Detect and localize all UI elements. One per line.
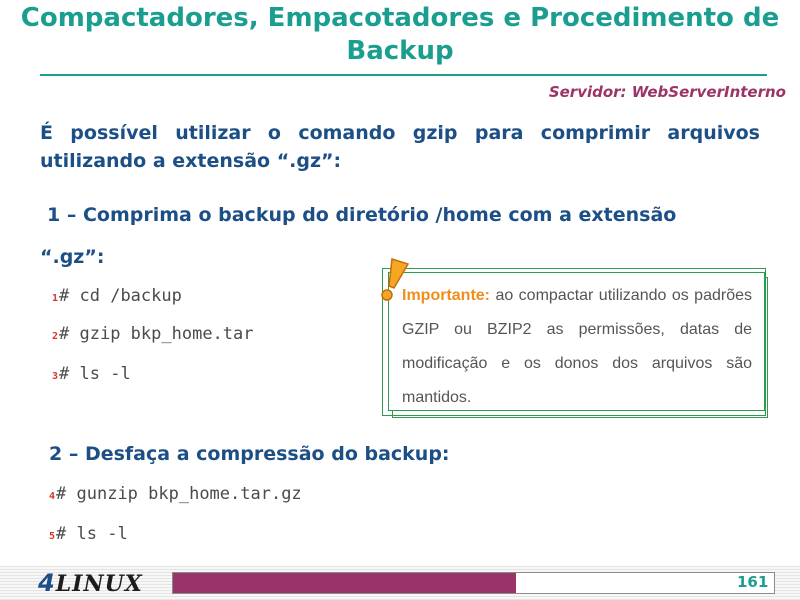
line-number: 3 xyxy=(52,371,59,382)
line-number: 1 xyxy=(52,293,59,304)
command-text: # ls -l xyxy=(56,524,128,544)
logo-text: LINUX xyxy=(55,571,143,597)
line-number: 2 xyxy=(52,331,59,342)
title-divider xyxy=(40,74,767,76)
note-body: ao compactar utilizando os padrões GZIP … xyxy=(402,287,752,406)
step2-heading: 2 – Desfaça a compressão do backup: xyxy=(49,443,450,465)
slide-title: Compactadores, Empacotadores e Procedime… xyxy=(20,3,780,66)
server-label: Servidor: WebServerInterno xyxy=(548,83,786,101)
intro-paragraph: É possível utilizar o comando gzip para … xyxy=(40,122,760,172)
command-line-1: 1# cd /backup xyxy=(52,286,182,306)
progress-fill xyxy=(173,573,516,593)
command-text: # gzip bkp_home.tar xyxy=(59,324,254,344)
command-line-5: 5# ls -l xyxy=(49,524,128,544)
step1-heading: 1 – Comprima o backup do diretório /home… xyxy=(47,204,677,226)
command-text: # cd /backup xyxy=(59,286,182,306)
progress-bar xyxy=(172,572,775,594)
step1-heading-continued: “.gz”: xyxy=(40,246,105,268)
line-number: 5 xyxy=(49,531,56,542)
command-line-2: 2# gzip bkp_home.tar xyxy=(52,324,254,344)
command-line-4: 4# gunzip bkp_home.tar.gz xyxy=(49,484,302,504)
command-line-3: 3# ls -l xyxy=(52,364,131,384)
brand-logo: 4LINUX xyxy=(38,569,143,597)
logo-number: 4 xyxy=(38,569,56,597)
note-text: Importante: ao compactar utilizando os p… xyxy=(402,279,752,415)
command-text: # ls -l xyxy=(59,364,131,384)
page-number: 161 xyxy=(737,573,769,591)
command-text: # gunzip bkp_home.tar.gz xyxy=(56,484,302,504)
warning-exclamation-icon xyxy=(381,258,410,301)
note-label: Importante: xyxy=(402,287,490,304)
line-number: 4 xyxy=(49,491,56,502)
